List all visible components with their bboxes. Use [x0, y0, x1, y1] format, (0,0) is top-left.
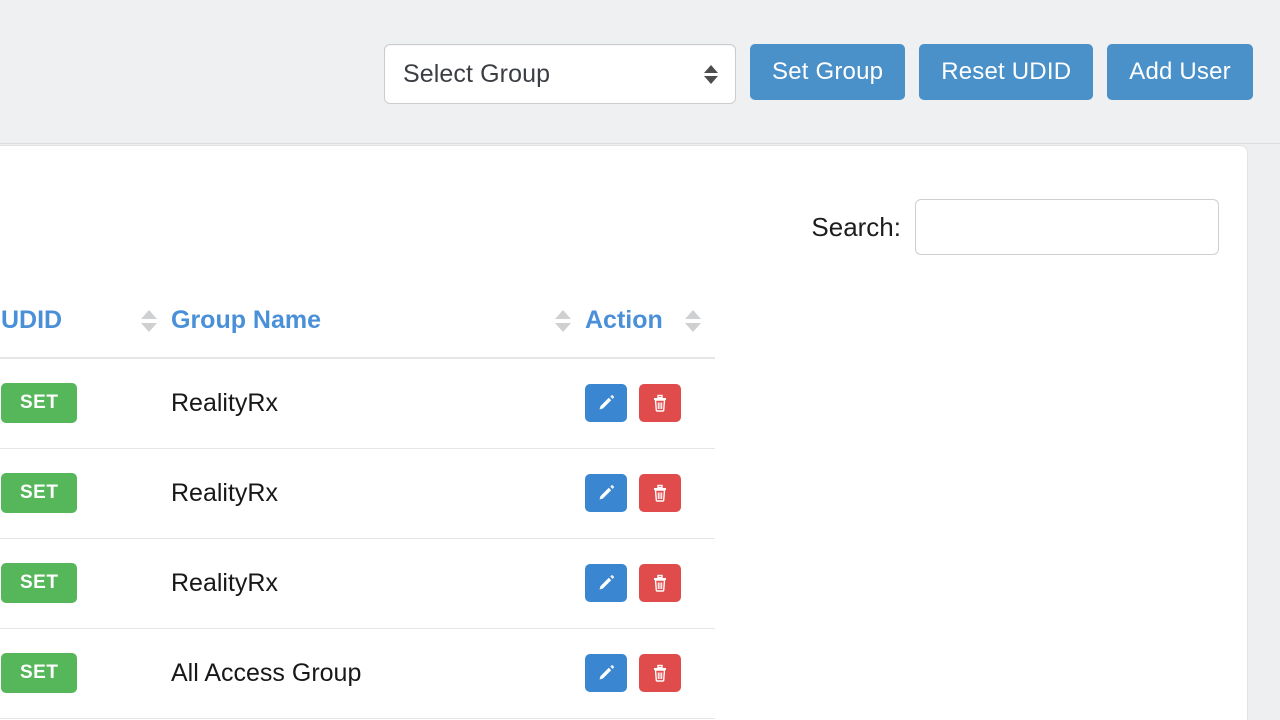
table-row: .antoine@diag.bracco.com SET All Access … [0, 628, 715, 719]
table-row: o SET RealityRx [0, 538, 715, 629]
trash-icon [651, 393, 669, 413]
trash-icon [651, 483, 669, 503]
table-row: o SET RealityRx [0, 448, 715, 539]
edit-user-button[interactable] [585, 564, 627, 602]
cell-group-name: RealityRx [171, 358, 585, 449]
column-header-action-label: Action [585, 306, 663, 334]
table-header-row: Email UDID [0, 306, 715, 359]
cell-action [585, 628, 715, 719]
chevron-updown-icon [703, 64, 719, 84]
users-table-card: Search: Email [0, 145, 1248, 720]
delete-user-button[interactable] [638, 474, 681, 512]
sort-arrows-icon[interactable] [685, 309, 701, 332]
cell-action [585, 358, 715, 449]
trash-icon [651, 573, 669, 593]
pencil-icon [596, 663, 616, 683]
toolbar-controls: Select Group Set Group Reset UDID Add Us… [384, 44, 1253, 104]
edit-user-button[interactable] [585, 384, 627, 423]
cell-group-name: All Access Group [171, 628, 585, 719]
column-header-action[interactable]: Action [585, 306, 715, 359]
cell-group-name: RealityRx [171, 538, 585, 629]
column-header-udid-label: UDID [1, 306, 63, 334]
cell-udid: SET [1, 358, 171, 449]
column-header-udid[interactable]: UDID [1, 306, 171, 359]
sort-arrows-icon[interactable] [555, 309, 571, 332]
set-udid-button[interactable]: SET [1, 473, 78, 513]
page-root: Select Group Set Group Reset UDID Add Us… [0, 0, 1280, 720]
select-group-dropdown[interactable]: Select Group [384, 44, 736, 104]
delete-user-button[interactable] [638, 384, 681, 423]
add-user-button[interactable]: Add User [1107, 44, 1253, 100]
users-table: Email UDID [0, 306, 715, 719]
search-input[interactable] [915, 199, 1219, 255]
cell-udid: SET [1, 448, 171, 539]
set-udid-button[interactable]: SET [1, 383, 78, 424]
toolbar-band: Select Group Set Group Reset UDID Add Us… [0, 0, 1280, 144]
cell-action [585, 448, 715, 539]
set-udid-button[interactable]: SET [1, 653, 78, 693]
edit-user-button[interactable] [585, 654, 627, 692]
users-table-wrapper: Email UDID [0, 306, 715, 719]
set-group-button[interactable]: Set Group [750, 44, 906, 100]
delete-user-button[interactable] [638, 654, 681, 692]
column-header-group-name[interactable]: Group Name [171, 306, 585, 359]
edit-user-button[interactable] [585, 474, 627, 512]
table-row: o@realityrx.com SET RealityRx [0, 358, 715, 449]
search-label: Search: [811, 211, 901, 242]
search-row: Search: [811, 199, 1219, 255]
reset-udid-button[interactable]: Reset UDID [919, 44, 1094, 100]
column-header-group-name-label: Group Name [171, 306, 322, 334]
pencil-icon [596, 483, 616, 503]
cell-udid: SET [1, 628, 171, 719]
table-header: Email UDID [0, 306, 715, 359]
pencil-icon [596, 393, 616, 413]
cell-action [585, 538, 715, 629]
delete-user-button[interactable] [638, 564, 681, 602]
cell-group-name: RealityRx [171, 448, 585, 539]
table-body: o@realityrx.com SET RealityRx [0, 358, 715, 719]
set-udid-button[interactable]: SET [1, 563, 78, 603]
trash-icon [651, 663, 669, 683]
cell-udid: SET [1, 538, 171, 629]
pencil-icon [596, 573, 616, 593]
sort-arrows-icon[interactable] [141, 309, 157, 332]
select-group-selected-value: Select Group [403, 59, 551, 88]
